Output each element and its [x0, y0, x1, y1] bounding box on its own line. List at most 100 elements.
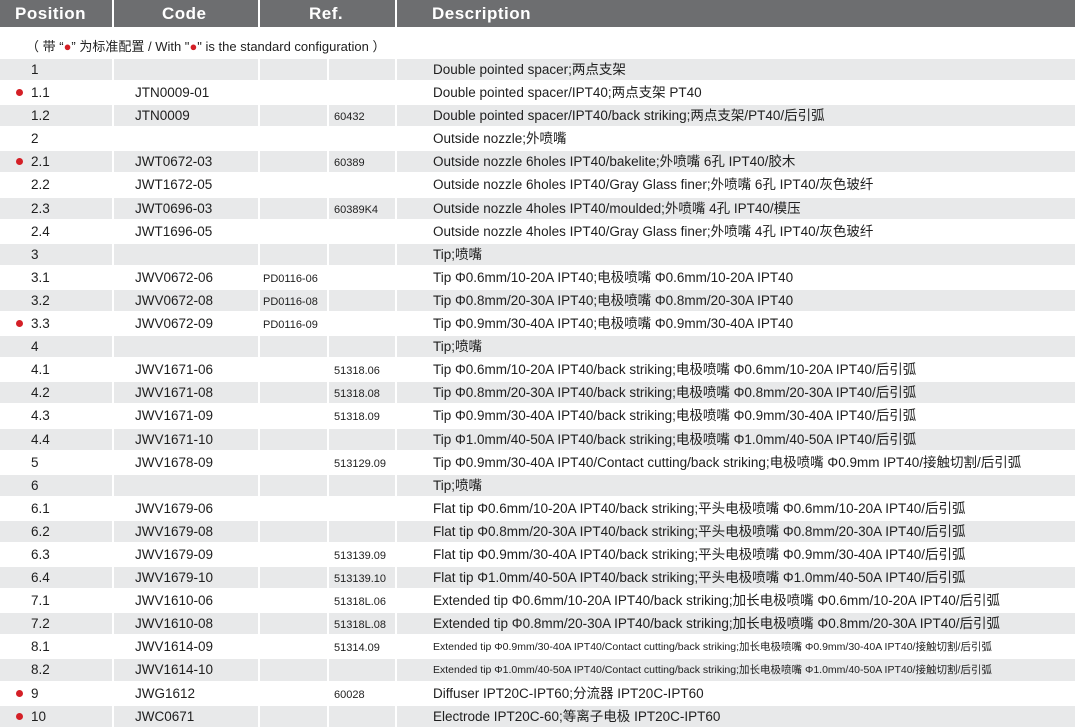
row-cell-background	[260, 151, 327, 173]
row-cell-background	[0, 336, 112, 358]
table-row: 3.3 JWV0672-09 PD0116-09 Tip Φ0.9mm/30-40A …	[0, 312, 1075, 335]
description-cell: Extended tip Φ0.8mm/20-30A IPT40/back st…	[433, 616, 1001, 632]
row-cell-background	[260, 567, 327, 589]
table-row: 4.4 JWV1671-10 Tip Φ1.0mm/40-50A IPT40/bac…	[0, 428, 1075, 451]
row-cell-background	[0, 359, 112, 380]
row-cell-background	[0, 221, 112, 242]
row-cell-background	[329, 474, 395, 496]
position-cell: 4.1	[31, 362, 50, 378]
standard-config-dot-icon	[16, 689, 23, 697]
row-cell-background	[260, 613, 327, 635]
header-position: Position	[15, 4, 87, 23]
description-cell: Extended tip Φ1.0mm/40-50A IPT40/Contact…	[433, 664, 992, 677]
position-cell: 5	[31, 454, 39, 470]
code-cell: JWV1671-09	[135, 408, 214, 424]
row-cell-background	[329, 221, 395, 242]
row-cell-background	[260, 520, 327, 542]
row-cell-background	[260, 590, 327, 611]
row-cell-background	[260, 544, 327, 565]
position-cell: 8.1	[31, 639, 50, 655]
description-cell: Tip Φ0.9mm/30-40A IPT40;电极喷嘴 Φ0.9mm/30-4…	[433, 316, 794, 332]
table-row: 3 Tip;喷嘴	[0, 243, 1075, 266]
description-cell: Flat tip Φ0.9mm/30-40A IPT40/back striki…	[433, 546, 966, 562]
row-cell-background	[0, 428, 112, 450]
description-cell: Double pointed spacer/IPT40;两点支架 PT40	[433, 85, 702, 101]
table-row: 9 JWG1612 60028 Diffuser IPT20C-IPT60;分流器 I…	[0, 682, 1075, 705]
code-cell: JTN0009	[135, 108, 190, 124]
row-cell-background	[260, 359, 327, 380]
position-cell: 3.1	[31, 269, 50, 285]
standard-config-dot-icon	[16, 320, 23, 328]
row-cell-background	[397, 243, 1075, 265]
row-cell-background	[0, 544, 112, 565]
ref-number-cell: 513129.09	[334, 457, 386, 470]
table-row: 2.3 JWT0696-03 60389K4 Outside nozzle 4hole…	[0, 197, 1075, 220]
code-cell: JWV1614-09	[135, 639, 214, 655]
note-suffix: " is the standard configuration ）	[197, 39, 386, 54]
row-cell-background	[0, 474, 112, 496]
description-cell: Double pointed spacer;两点支架	[433, 62, 626, 77]
code-cell: JWV1679-06	[135, 500, 214, 516]
table-row: 8.2 JWV1614-10 Extended tip Φ1.0mm/40-50A …	[0, 658, 1075, 681]
code-cell: JWV1678-09	[135, 454, 214, 470]
row-cell-background	[0, 498, 112, 519]
note-mid: ” 为标准配置 / With "	[71, 39, 190, 54]
code-cell: JWT1696-05	[135, 223, 213, 239]
table-row: 5 JWV1678-09 513129.09 Tip Φ0.9mm/30-40A IP…	[0, 451, 1075, 474]
row-cell-background	[0, 289, 112, 312]
position-cell: 6.3	[31, 546, 50, 562]
row-cell-background	[0, 382, 112, 404]
code-cell: JWV0672-09	[135, 316, 214, 332]
table-row: 1.2 JTN0009 60432 Double pointed spacer/IPT…	[0, 104, 1075, 127]
position-cell: 2.3	[31, 200, 50, 216]
position-cell: 6.4	[31, 570, 50, 586]
row-cell-background	[260, 243, 327, 265]
ref-number-cell: 513139.09	[334, 549, 386, 562]
row-cell-background	[260, 636, 327, 657]
description-cell: Flat tip Φ0.6mm/10-20A IPT40/back striki…	[433, 500, 966, 516]
parts-table: 1 Double pointed spacer;两点支架 1.1 JTN0009-01…	[0, 58, 1075, 728]
row-cell-background	[114, 336, 258, 358]
position-cell: 2	[31, 131, 39, 147]
description-cell: Tip;喷嘴	[433, 339, 483, 355]
position-cell: 2.2	[31, 177, 50, 193]
code-cell: JTN0009-01	[135, 85, 210, 101]
row-cell-background	[260, 128, 327, 149]
position-cell: 4	[31, 339, 39, 355]
description-cell: Tip Φ1.0mm/40-50A IPT40/back striking;电极…	[433, 431, 917, 447]
code-cell: JWT0672-03	[135, 154, 213, 170]
position-cell: 1	[31, 62, 39, 77]
row-cell-background	[0, 405, 112, 426]
row-cell-background	[260, 659, 327, 681]
description-cell: Extended tip Φ0.9mm/30-40A IPT40/Contact…	[433, 641, 992, 654]
position-cell: 3.3	[31, 316, 50, 332]
position-cell: 10	[31, 708, 47, 724]
row-cell-background	[260, 498, 327, 519]
row-cell-background	[329, 336, 395, 358]
row-cell-background	[329, 128, 395, 149]
table-row: 2.1 JWT0672-03 60389 Outside nozzle 6holes …	[0, 150, 1075, 173]
row-cell-background	[0, 520, 112, 542]
row-cell-background	[260, 452, 327, 473]
code-cell: JWC0671	[135, 708, 195, 724]
code-cell: JWT0696-03	[135, 200, 213, 216]
table-row: 7.2 JWV1610-08 51318L.08 Extended tip Φ0.8m…	[0, 612, 1075, 635]
row-cell-background	[260, 705, 327, 727]
row-cell-background	[329, 82, 395, 103]
description-cell: Extended tip Φ0.6mm/10-20A IPT40/back st…	[433, 593, 1001, 609]
row-cell-background	[0, 105, 112, 127]
code-cell: JWG1612	[135, 685, 196, 701]
row-cell-background	[0, 243, 112, 265]
table-header: Position Code Ref. Description	[0, 0, 1075, 27]
ref-number-cell: 60432	[334, 111, 365, 124]
code-cell: JWV1610-08	[135, 616, 214, 632]
position-cell: 7.2	[31, 616, 50, 632]
description-cell: Tip;喷嘴	[433, 246, 483, 262]
table-row: 1 Double pointed spacer;两点支架	[0, 58, 1075, 81]
ref-number-cell: 60389	[334, 157, 365, 170]
row-cell-background	[114, 243, 258, 265]
position-cell: 4.2	[31, 385, 50, 401]
table-row: 4.2 JWV1671-08 51318.08 Tip Φ0.8mm/20-30A I…	[0, 381, 1075, 404]
row-cell-background	[0, 197, 112, 219]
row-cell-background	[0, 128, 112, 149]
